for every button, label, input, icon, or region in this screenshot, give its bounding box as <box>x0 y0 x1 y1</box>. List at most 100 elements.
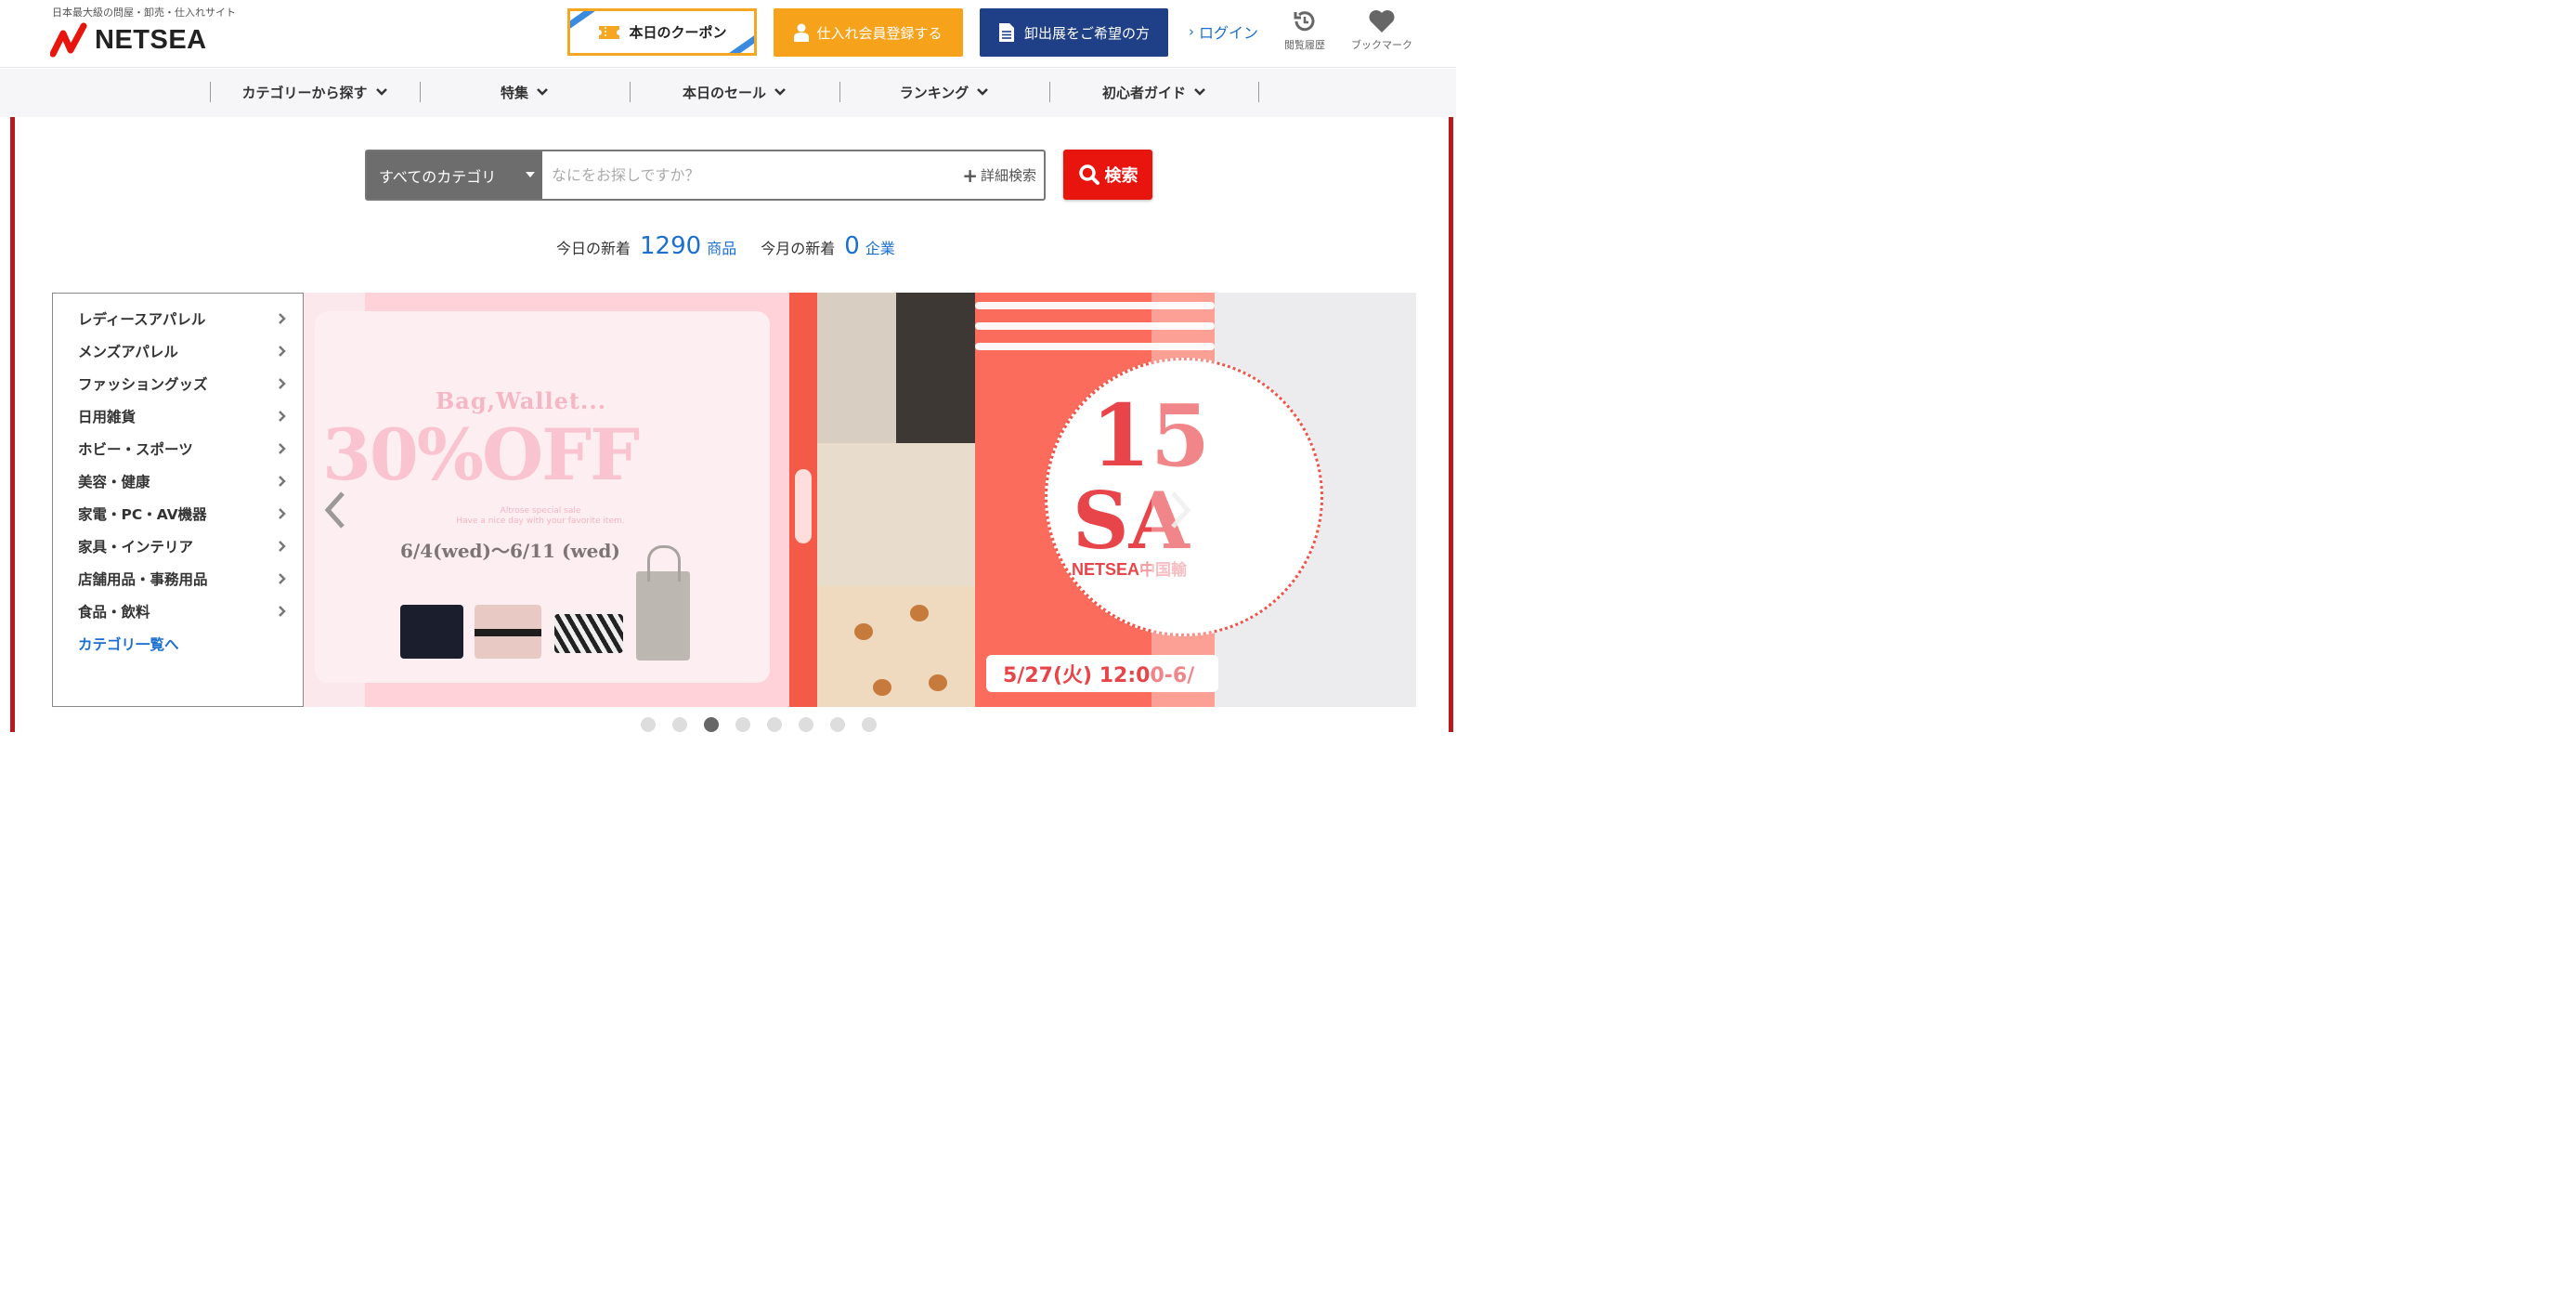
todays-coupon-button[interactable]: 本日のクーポン <box>567 8 757 56</box>
chevron-right-icon: › <box>1189 23 1194 40</box>
chevron-right-icon <box>279 541 286 552</box>
coupon-label: 本日のクーポン <box>629 24 727 41</box>
tote-bag-image <box>636 545 690 661</box>
slide-subtext-line: Have a nice day with your favorite item. <box>456 517 625 526</box>
category-item-label: 食品・飲料 <box>78 604 150 621</box>
category-item-label: ホビー・スポーツ <box>78 441 193 458</box>
nav-item-label: 初心者ガイド <box>1101 84 1186 101</box>
netsea-logo-mark-icon <box>50 22 87 58</box>
search-button-label: 検索 <box>1104 166 1138 186</box>
carousel-dot[interactable] <box>641 717 656 732</box>
product-photo-blouse <box>817 443 975 586</box>
detail-search-link[interactable]: + 詳細検索 <box>962 151 1044 199</box>
slide-headline-big: 30%OFF <box>322 413 640 496</box>
banner-slide-netsea-sale[interactable]: 15 SA NETSEA中国輸 5/27(火) 12:00-6/ <box>789 293 1323 707</box>
bookmark-label: ブックマーク <box>1351 39 1412 51</box>
detail-search-label: 詳細検索 <box>980 167 1036 184</box>
coupon-stripe-decoration <box>570 11 597 32</box>
product-photo-outfits <box>817 293 975 443</box>
carousel-dot[interactable] <box>735 717 750 732</box>
category-item-label: 日用雑貨 <box>78 409 137 425</box>
carousel-dot[interactable] <box>862 717 877 732</box>
search-bar: すべてのカテゴリ + 詳細検索 <box>365 150 1046 201</box>
search-category-select[interactable]: すべてのカテゴリ <box>367 151 542 199</box>
search-input[interactable] <box>542 151 963 199</box>
category-item-label: ファッショングッズ <box>78 376 208 393</box>
nav-item-ranking[interactable]: ランキング <box>839 82 1049 102</box>
category-item-furniture-interior[interactable]: 家具・インテリア <box>78 535 287 557</box>
logo-text: NETSEA <box>95 24 207 55</box>
carousel-dot[interactable] <box>672 717 687 732</box>
category-item-label: 家具・インテリア <box>78 539 194 556</box>
site-header: 日本最大級の問屋・卸売・仕入れサイト NETSEA 本日のクーポン 仕入れ会員登… <box>0 0 1456 68</box>
today-new-unit[interactable]: 商品 <box>707 236 736 258</box>
wallet-zebra-image <box>554 614 623 653</box>
chevron-down-icon <box>537 88 548 96</box>
nav-item-category[interactable]: カテゴリーから探す <box>210 82 420 102</box>
page-frame-right <box>1449 117 1453 732</box>
category-item-store-office[interactable]: 店舗用品・事務用品 <box>78 568 287 590</box>
carousel-dot-active[interactable] <box>704 717 719 732</box>
month-new-count[interactable]: 0 <box>844 232 860 260</box>
carousel-dot[interactable] <box>767 717 782 732</box>
banner-slide-bag-wallet-sale[interactable]: Bag,Wallet... 30%OFF Altrose special sal… <box>304 293 789 707</box>
slide-headline-small: Bag,Wallet... <box>436 387 607 414</box>
chevron-right-icon <box>279 606 286 617</box>
ticket-icon <box>599 25 620 39</box>
history-label: 閲覧履歴 <box>1284 39 1325 51</box>
slide-card-background <box>315 311 770 683</box>
category-list-link[interactable]: カテゴリ一覧へ <box>78 634 179 654</box>
category-item-fashion-goods[interactable]: ファッショングッズ <box>78 373 287 395</box>
chevron-right-icon <box>279 313 286 324</box>
nav-item-label: 特集 <box>500 84 528 101</box>
category-item-hobby-sports[interactable]: ホビー・スポーツ <box>78 438 287 460</box>
login-link[interactable]: › ログイン <box>1189 20 1258 43</box>
category-item-electronics[interactable]: 家電・PC・AV機器 <box>78 503 287 525</box>
category-item-label: メンズアパレル <box>78 344 178 360</box>
search-icon <box>1078 164 1099 185</box>
coupon-stripe-decoration <box>727 33 754 53</box>
exhibit-apply-button[interactable]: 卸出展をご希望の方 <box>980 8 1168 57</box>
month-new-unit[interactable]: 企業 <box>865 236 895 258</box>
chevron-down-icon <box>774 88 786 96</box>
bookmark-button[interactable]: ブックマーク <box>1345 9 1419 52</box>
page-frame-left <box>10 117 15 732</box>
category-item-beauty-health[interactable]: 美容・健康 <box>78 470 287 492</box>
slide-subtext: Altrose special sale Have a nice day wit… <box>443 506 638 527</box>
netsea-logo[interactable]: NETSEA <box>50 22 207 58</box>
chevron-right-icon[interactable] <box>1167 490 1193 530</box>
wallet-black-image <box>400 605 463 659</box>
category-item-food-drink[interactable]: 食品・飲料 <box>78 600 287 622</box>
bear-decoration <box>929 674 947 691</box>
carousel-dot[interactable] <box>799 717 813 732</box>
nav-item-features[interactable]: 特集 <box>420 82 630 102</box>
search-button[interactable]: 検索 <box>1063 150 1152 200</box>
chevron-right-icon <box>279 443 286 454</box>
wave-pattern-decoration <box>789 293 817 707</box>
nav-item-label: 本日のセール <box>682 84 766 101</box>
bear-decoration <box>873 679 891 696</box>
chevron-left-icon[interactable] <box>322 490 348 530</box>
bear-decoration <box>854 623 873 640</box>
exhibit-apply-label: 卸出展をご希望の方 <box>1023 24 1150 42</box>
chevron-right-icon <box>279 508 286 519</box>
chevron-right-icon <box>279 378 286 389</box>
bear-decoration <box>910 605 929 621</box>
category-item-ladies-apparel[interactable]: レディースアパレル <box>78 307 287 330</box>
nav-item-label: ランキング <box>899 84 969 101</box>
category-item-mens-apparel[interactable]: メンズアパレル <box>78 340 287 362</box>
banner-carousel: Bag,Wallet... 30%OFF Altrose special sal… <box>304 293 1416 707</box>
today-new-count[interactable]: 1290 <box>640 232 701 260</box>
category-item-daily-goods[interactable]: 日用雑貨 <box>78 405 287 427</box>
carousel-dot[interactable] <box>830 717 845 732</box>
chevron-right-icon <box>279 573 286 584</box>
nav-item-todays-sale[interactable]: 本日のセール <box>630 82 839 102</box>
today-new-label: 今日の新着 <box>556 240 631 257</box>
nav-divider <box>1258 82 1259 102</box>
member-register-button[interactable]: 仕入れ会員登録する <box>774 8 963 57</box>
chevron-down-icon <box>1194 88 1205 96</box>
wallet-pink-image <box>475 605 541 659</box>
carousel-pagination <box>641 717 893 732</box>
nav-item-beginner-guide[interactable]: 初心者ガイド <box>1049 82 1259 102</box>
browsing-history-button[interactable]: 閲覧履歴 <box>1268 9 1342 52</box>
